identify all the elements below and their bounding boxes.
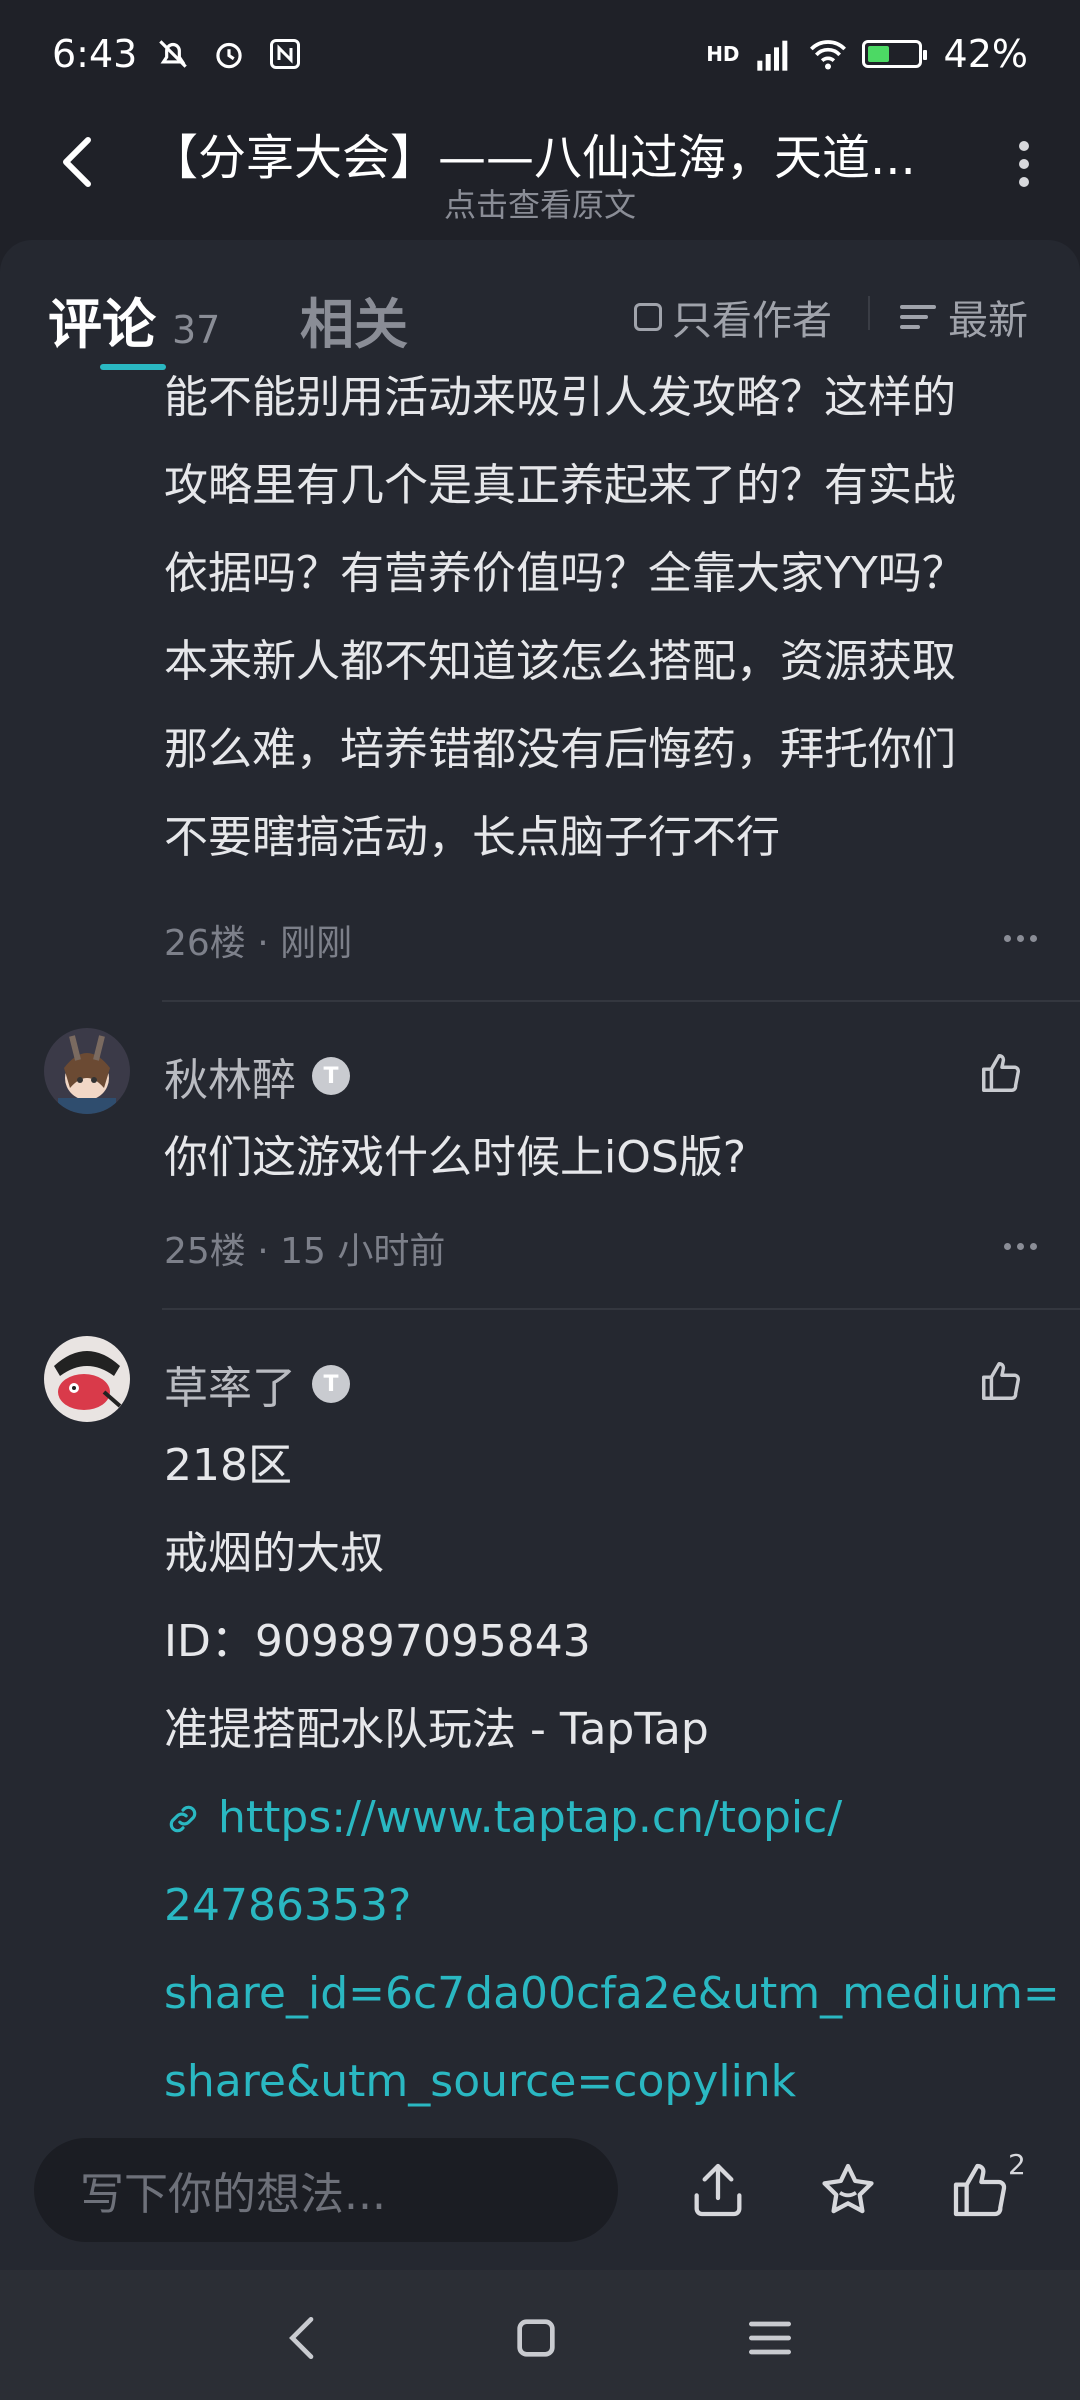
comment-more-button[interactable] [1000, 928, 1040, 948]
comment-line: 攻略里有几个是真正养起来了的？有实战 [164, 460, 956, 511]
comment-link[interactable]: https://www.taptap.cn/topic/ 24786353? s… [164, 1774, 1060, 2126]
checkbox-icon [634, 303, 662, 331]
share-button[interactable] [686, 2158, 750, 2222]
only-author-toggle[interactable]: 只看作者 [634, 288, 832, 346]
comment-body: 能不能别用活动来吸引人发攻略？这样的 攻略里有几个是真正养起来了的？有实战 依据… [164, 370, 1044, 882]
link-line: share_id=6c7da00cfa2e&utm_medium= [164, 1968, 1060, 2019]
comment-body: 你们这游戏什么时候上iOS版? [164, 1132, 747, 1183]
like-post-button[interactable] [948, 2158, 1012, 2222]
nfc-icon [265, 34, 305, 74]
sort-icon [900, 305, 936, 329]
comment-line: 戒烟的大叔 [164, 1528, 384, 1579]
comment-line: 准提搭配水队玩法 - TapTap [164, 1704, 709, 1755]
tab-comments[interactable]: 评论 37 [48, 280, 220, 359]
comment-line: 依据吗？有营养价值吗？全靠大家YY吗？ [164, 548, 966, 599]
status-bar: 6:43 HD 42% [0, 0, 1080, 108]
mute-bell-icon [153, 34, 193, 74]
comment-body: 218区 戒烟的大叔 ID：909897095843 准提搭配水队玩法 - Ta… [164, 1422, 1060, 2126]
nav-home-button[interactable] [508, 2310, 564, 2366]
battery-icon [861, 40, 927, 68]
status-time: 6:43 [52, 32, 138, 76]
comment-more-button[interactable] [1000, 1236, 1040, 1256]
tab-comments-label: 评论 [48, 293, 156, 356]
view-original-link[interactable]: 点击查看原文 [0, 180, 1080, 226]
link-icon [164, 1792, 218, 1843]
comment-line: 那么难，培养错都没有后悔药，拜托你们 [164, 724, 956, 775]
like-button[interactable] [978, 1050, 1024, 1096]
comment-divider [162, 1308, 1080, 1310]
reply-bar: 写下你的想法... 2 [0, 2130, 1080, 2270]
signal-icon [754, 34, 794, 74]
sort-label: 最新 [948, 298, 1028, 344]
wifi-icon [808, 34, 848, 74]
comment-username[interactable]: 草率了 T [164, 1352, 350, 1416]
comment-line: 218区 [164, 1440, 292, 1491]
comment-meta: 25楼 · 15 小时前 [164, 1231, 446, 1272]
more-menu-button[interactable] [1004, 134, 1044, 194]
comment-line: 能不能别用活动来吸引人发攻略？这样的 [164, 372, 956, 423]
level-badge: T [312, 1057, 350, 1095]
comment-line: ID：909897095843 [164, 1616, 591, 1667]
battery-percent: 42% [943, 32, 1028, 76]
comment-line: 不要瞎搞活动，长点脑子行不行 [164, 812, 780, 863]
only-author-label: 只看作者 [672, 298, 832, 344]
sort-button[interactable]: 最新 [900, 288, 1028, 346]
comment-list[interactable]: 能不能别用活动来吸引人发攻略？这样的 攻略里有几个是真正养起来了的？有实战 依据… [0, 370, 1080, 2130]
nav-menu-button[interactable] [742, 2310, 798, 2366]
top-bar: 【分享大会】——八仙过海，天道... 点击查看原文 [0, 108, 1080, 240]
comment-input[interactable]: 写下你的想法... [34, 2138, 618, 2242]
page-title[interactable]: 【分享大会】——八仙过海，天道... [150, 118, 920, 188]
hd-signal-icon: HD [706, 42, 740, 66]
favorite-button[interactable] [816, 2158, 880, 2222]
comment-username[interactable]: 秋林醉 T [164, 1044, 350, 1108]
comment-meta: 26楼 · 刚刚 [164, 923, 353, 964]
like-button[interactable] [978, 1358, 1024, 1404]
tab-related[interactable]: 相关 [300, 280, 408, 359]
comment-tabs: 评论 37 相关 只看作者 最新 [0, 240, 1080, 370]
avatar[interactable] [44, 1336, 130, 1422]
comment-divider [162, 1000, 1080, 1002]
level-badge: T [312, 1365, 350, 1403]
alarm-icon [209, 34, 249, 74]
system-nav-bar [0, 2270, 1080, 2400]
username-text: 秋林醉 [164, 1055, 296, 1106]
link-line: https://www.taptap.cn/topic/ [218, 1792, 843, 1843]
avatar[interactable] [44, 1028, 130, 1114]
link-line: share&utm_source=copylink [164, 2056, 797, 2107]
like-count: 2 [1008, 2148, 1026, 2181]
username-text: 草率了 [164, 1363, 296, 1414]
nav-back-button[interactable] [276, 2310, 332, 2366]
divider [868, 296, 870, 330]
comment-count: 37 [172, 308, 221, 352]
comment-line: 本来新人都不知道该怎么搭配，资源获取 [164, 636, 956, 687]
link-line: 24786353? [164, 1880, 412, 1931]
